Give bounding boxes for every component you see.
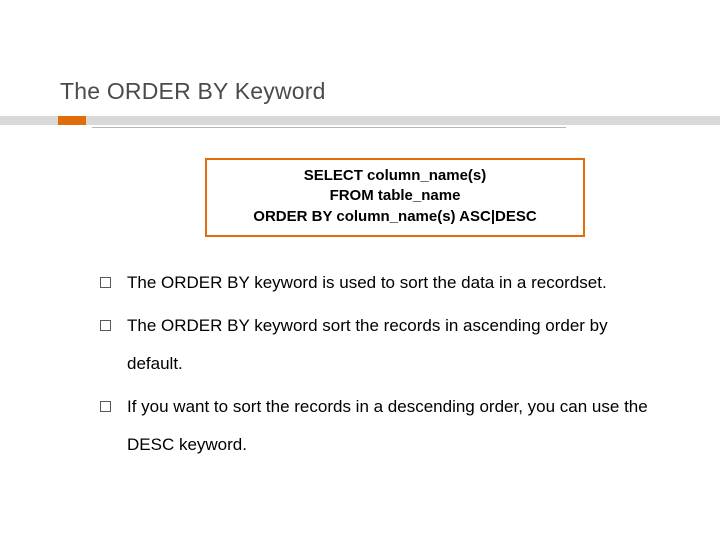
square-bullet-icon	[100, 277, 111, 288]
accent-block	[58, 116, 86, 125]
code-line-1: SELECT column_name(s)	[215, 166, 575, 186]
accent-underline	[92, 127, 566, 128]
accent-bar	[0, 116, 720, 125]
bullet-list: The ORDER BY keyword is used to sort the…	[100, 264, 660, 469]
slide: The ORDER BY Keyword SELECT column_name(…	[0, 0, 720, 540]
page-title: The ORDER BY Keyword	[60, 78, 326, 105]
list-item: The ORDER BY keyword sort the records in…	[100, 307, 660, 382]
list-item-text: The ORDER BY keyword is used to sort the…	[127, 264, 660, 301]
list-item-text: The ORDER BY keyword sort the records in…	[127, 307, 660, 382]
list-item: The ORDER BY keyword is used to sort the…	[100, 264, 660, 301]
square-bullet-icon	[100, 401, 111, 412]
sql-syntax-box: SELECT column_name(s) FROM table_name OR…	[205, 158, 585, 237]
list-item: If you want to sort the records in a des…	[100, 388, 660, 463]
square-bullet-icon	[100, 320, 111, 331]
list-item-text: If you want to sort the records in a des…	[127, 388, 660, 463]
code-line-2: FROM table_name	[215, 186, 575, 206]
code-line-3: ORDER BY column_name(s) ASC|DESC	[215, 207, 575, 227]
